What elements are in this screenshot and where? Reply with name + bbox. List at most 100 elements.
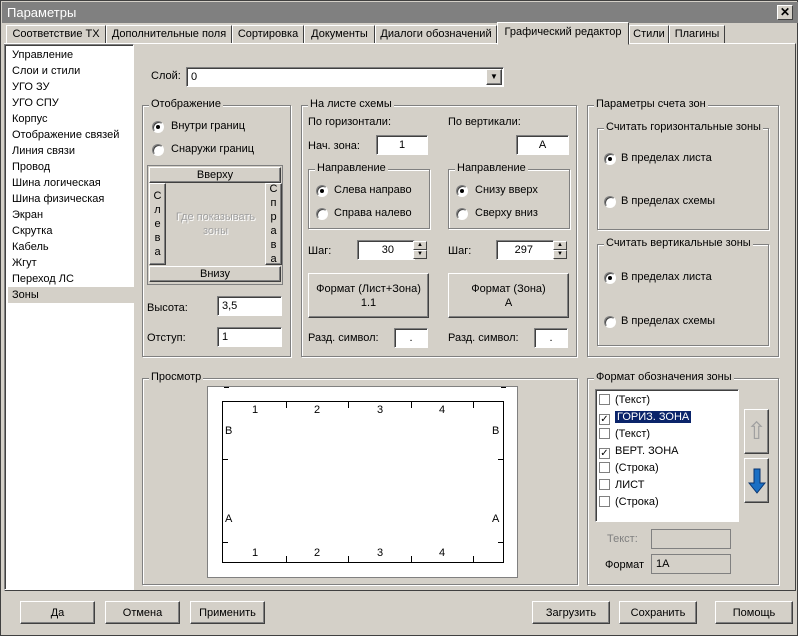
top-button[interactable]: Вверху [149,167,281,183]
help-button[interactable]: Помощь [715,601,793,624]
nav-item[interactable]: Экран [8,207,134,223]
right-label: Справа [269,183,278,265]
horiz-in-scheme-radio[interactable] [604,196,616,208]
format-h-title: Формат (Лист+Зона) [316,282,421,295]
format-list-item[interactable]: (Строка) [596,460,738,477]
horiz-in-sheet-radio[interactable] [604,153,616,165]
tab-tx[interactable]: Соответствие ТХ [6,25,106,44]
right-button[interactable]: Справа [265,183,282,265]
vert-in-sheet-radio[interactable] [604,272,616,284]
direction-v-title: Направление [455,162,528,174]
step-h-spinner[interactable]: ▲ ▼ [413,241,427,259]
format-list-item[interactable]: ЛИСТ [596,477,738,494]
preview-tick [411,402,412,408]
checkbox-icon[interactable] [599,462,610,473]
load-button[interactable]: Загрузить [532,601,610,624]
tab-documents[interactable]: Документы [304,25,375,44]
vert-in-scheme-radio[interactable] [604,316,616,328]
move-down-button[interactable] [744,458,769,503]
nav-item[interactable]: Линия связи [8,143,134,159]
horiz-in-sheet-label: В пределах листа [621,152,712,164]
nav-item[interactable]: Шина логическая [8,175,134,191]
checkbox-icon[interactable] [599,496,610,507]
outside-radio[interactable] [152,144,164,156]
vert-in-sheet-label: В пределах листа [621,271,712,283]
nav-item[interactable]: Скрутка [8,223,134,239]
nav-item[interactable]: Отображение связей [8,127,134,143]
tab-extra-fields[interactable]: Дополнительные поля [106,25,232,44]
preview-col-label: 4 [439,404,446,416]
checkbox-icon[interactable] [599,479,610,490]
nav-item[interactable]: Корпус [8,111,134,127]
layer-select[interactable]: 0 ▼ [186,67,504,87]
format-h-button[interactable]: Формат (Лист+Зона) 1.1 [308,273,429,318]
zone-format-list[interactable]: (Текст) ✓ ГОРИЗ. ЗОНА (Текст) ✓ ВЕРТ. ЗОНА (Ст… [595,389,739,522]
start-zone-h-input[interactable]: 1 [376,135,428,155]
nav-item[interactable]: Переход ЛС [8,271,134,287]
format-item-label: ЛИСТ [615,479,645,491]
format-list-item[interactable]: (Строка) [596,494,738,511]
checkbox-checked-icon[interactable]: ✓ [599,414,610,425]
bottom-button[interactable]: Внизу [149,266,281,282]
sep-h-label: Разд. символ: [308,332,379,344]
nav-item[interactable]: Кабель [8,239,134,255]
sep-h-input[interactable]: . [394,328,428,348]
zone-format-title: Формат обозначения зоны [594,371,734,383]
step-h-input[interactable]: 30 [357,240,415,260]
step-v-value: 297 [514,244,533,256]
nav-item[interactable]: УГО ЗУ [8,79,134,95]
step-v-spinner[interactable]: ▲ ▼ [553,241,567,259]
checkbox-icon[interactable] [599,394,610,405]
format-list-item[interactable]: ✓ ГОРИЗ. ЗОНА [596,409,738,426]
indent-input[interactable]: 1 [217,327,282,347]
preview-col-label: 2 [314,547,321,559]
direction-v-group: Направление [448,162,570,229]
nav-item[interactable]: Управление [8,47,134,63]
height-input[interactable]: 3,5 [217,296,282,316]
save-button[interactable]: Сохранить [619,601,697,624]
ok-button[interactable]: Да [20,601,95,624]
format-item-label: (Текст) [615,394,651,406]
tab-sorting[interactable]: Сортировка [232,25,304,44]
tab-styles[interactable]: Стили [629,25,669,44]
b2t-radio[interactable] [456,185,468,197]
format-list-item[interactable]: ✓ ВЕРТ. ЗОНА [596,443,738,460]
checkbox-checked-icon[interactable]: ✓ [599,448,610,459]
format-item-label: (Текст) [615,428,651,440]
apply-button[interactable]: Применить [190,601,265,624]
tab-designation-dialogs[interactable]: Диалоги обозначений [375,25,497,44]
nav-item[interactable]: Шина физическая [8,191,134,207]
r2l-radio[interactable] [316,208,328,220]
format-list-item[interactable]: (Текст) [596,392,738,409]
sep-v-input[interactable]: . [534,328,568,348]
arrow-down-icon [747,468,766,494]
tab-graphic-editor[interactable]: Графический редактор [497,22,629,45]
checkbox-icon[interactable] [599,428,610,439]
t2b-radio[interactable] [456,208,468,220]
chevron-down-icon[interactable]: ▼ [486,69,502,85]
text-input[interactable] [651,529,731,549]
nav-item[interactable]: Зоны [8,287,134,303]
nav-item[interactable]: Жгут [8,255,134,271]
nav-item[interactable]: УГО СПУ [8,95,134,111]
move-up-button[interactable]: ⇧ [744,409,769,454]
left-button[interactable]: Слева [149,183,166,265]
step-v-label: Шаг: [448,245,472,257]
height-label: Высота: [147,302,188,314]
start-zone-v-input[interactable]: A [516,135,569,155]
format-v-button[interactable]: Формат (Зона) А [448,273,569,318]
close-icon[interactable]: ✕ [777,5,793,20]
preview-tick [223,542,228,543]
preview-title: Просмотр [149,371,204,383]
nav-item[interactable]: Слои и стили [8,63,134,79]
inside-radio[interactable] [152,121,164,133]
sheet-group-title: На листе схемы [308,98,394,110]
tab-plugins[interactable]: Плагины [669,25,725,44]
nav-item[interactable]: Провод [8,159,134,175]
l2r-radio[interactable] [316,185,328,197]
cancel-button[interactable]: Отмена [105,601,180,624]
nav-list[interactable]: Управление Слои и стили УГО ЗУ УГО СПУ Корпу… [4,44,134,590]
format-list-item[interactable]: (Текст) [596,426,738,443]
step-v-input[interactable]: 297 [496,240,554,260]
b2t-label: Снизу вверх [475,184,538,196]
